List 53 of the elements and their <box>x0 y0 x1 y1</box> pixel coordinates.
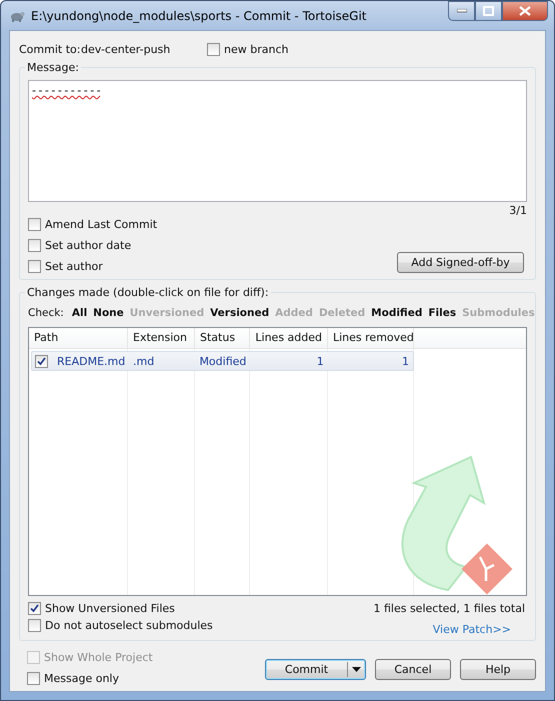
checkbox[interactable] <box>207 42 220 56</box>
file-path: README.md <box>57 354 126 368</box>
dialog-button[interactable]: Cancel <box>375 659 451 680</box>
checkbox[interactable] <box>28 218 41 231</box>
commit-to-label: Commit to: <box>19 42 81 56</box>
group-title: Message: <box>25 61 81 74</box>
checkbox[interactable] <box>28 619 41 632</box>
filter-link[interactable]: Versioned <box>210 307 270 319</box>
file-status: Modified <box>199 354 246 368</box>
dialog-button[interactable]: Help <box>460 659 536 680</box>
lines-added: 1 <box>316 354 324 368</box>
maximize-button[interactable] <box>475 1 502 21</box>
selection-summary: 1 files selected, 1 files total <box>373 602 525 615</box>
window-title: E:\yundong\node_modules\sports - Commit - TortoiseGit <box>31 8 366 22</box>
lines-removed: 1 <box>402 354 409 368</box>
file-extension: .md <box>133 354 154 368</box>
filter-link[interactable]: Modified <box>371 307 422 319</box>
checkbox[interactable] <box>28 260 41 273</box>
checkbox-label: Message only <box>44 672 119 685</box>
close-icon <box>519 6 531 16</box>
filter-link[interactable]: None <box>93 307 124 319</box>
column-header[interactable]: Lines added <box>250 328 328 348</box>
checkbox-label: Set author date <box>45 239 132 252</box>
column-header[interactable]: Lines removed <box>328 328 414 348</box>
checkbox-label: Do not autoselect submodules <box>45 619 213 632</box>
checkbox[interactable] <box>28 239 41 252</box>
check-label: Check: <box>28 307 64 319</box>
checkbox[interactable] <box>35 354 48 368</box>
minimize-icon <box>456 9 466 13</box>
commit-button[interactable]: Commit <box>265 659 366 680</box>
filter-link[interactable]: Files <box>428 307 456 319</box>
branch-name: dev-center-push <box>81 42 172 56</box>
line-counter: 3/1 <box>508 204 527 218</box>
column-header[interactable]: Status <box>195 328 250 348</box>
checkbox-label: new branch <box>224 42 288 56</box>
view-patch-link[interactable]: View Patch>> <box>432 623 511 636</box>
signoff-button[interactable]: Add Signed-off-by <box>397 252 524 273</box>
close-button[interactable] <box>502 1 548 21</box>
filter-link[interactable]: All <box>72 307 88 319</box>
checkbox-label: Show Whole Project <box>44 651 153 664</box>
minimize-button[interactable] <box>448 1 475 21</box>
column-header[interactable]: Extension <box>128 328 195 348</box>
checkbox-label: Set author <box>45 260 103 273</box>
caret-icon <box>352 667 361 672</box>
checkbox[interactable] <box>27 672 40 685</box>
checkbox-label: Amend Last Commit <box>45 218 158 231</box>
column-header[interactable]: Path <box>29 328 128 348</box>
checkbox[interactable] <box>28 602 41 615</box>
maximize-icon <box>483 6 494 16</box>
checkbox-label: Show Unversioned Files <box>45 602 175 615</box>
message-field[interactable]: - - - - - - - - - - - <box>28 80 527 202</box>
file-row[interactable]: README.md .md Modified 1 1 <box>31 351 414 371</box>
group-title: Changes made (double-click on file for diff): <box>25 286 271 299</box>
